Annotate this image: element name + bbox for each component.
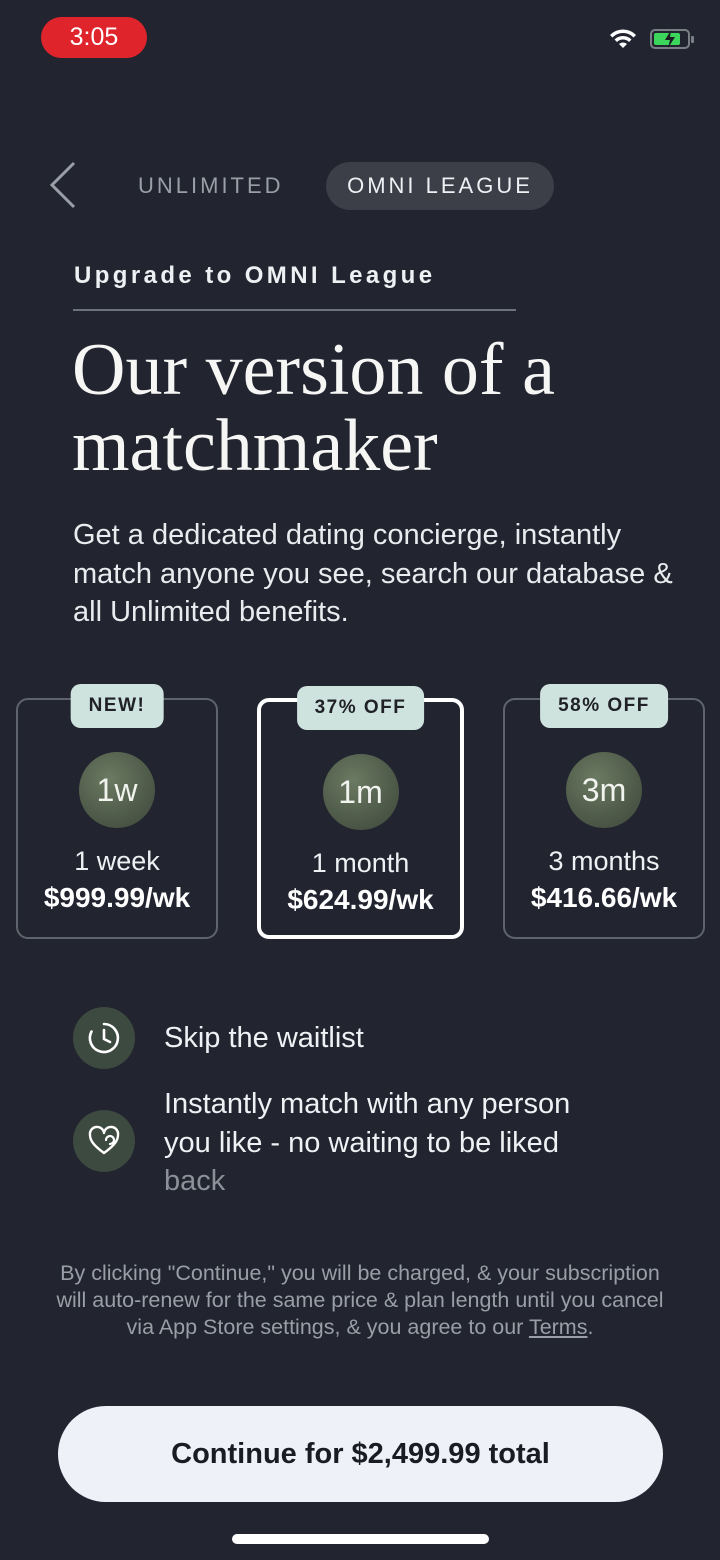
feature-line: you like - no waiting to be liked <box>164 1126 559 1159</box>
plan-card-3-months[interactable]: 58% OFF 3m 3 months $416.66/wk <box>503 684 705 939</box>
wifi-icon <box>610 29 636 48</box>
legal-disclaimer: By clicking "Continue," you will be char… <box>50 1260 670 1341</box>
tab-omni-league[interactable]: OMNI LEAGUE <box>326 162 554 210</box>
plan-badge: 58% OFF <box>540 684 668 728</box>
status-icons <box>608 28 694 50</box>
home-indicator <box>232 1534 489 1544</box>
back-chevron-icon[interactable] <box>48 160 78 210</box>
plan-card-1-month[interactable]: 37% OFF 1m 1 month $624.99/wk <box>257 686 464 939</box>
terms-link[interactable]: Terms <box>529 1315 588 1339</box>
feature-line: back <box>164 1165 226 1197</box>
status-time: 3:05 <box>41 17 147 58</box>
clock-icon <box>73 1007 135 1069</box>
plan-name: 1 month <box>311 848 410 878</box>
plan-card-1-week[interactable]: NEW! 1w 1 week $999.99/wk <box>16 684 218 939</box>
faded-feature-text <box>164 1216 564 1236</box>
headline-line-1: Our version of a <box>72 329 555 411</box>
legal-end: . <box>587 1315 594 1339</box>
plan-name: 3 months <box>548 846 660 876</box>
divider <box>73 309 516 311</box>
feature-line: Instantly match with any person <box>164 1088 571 1120</box>
plan-price: $416.66/wk <box>530 882 678 913</box>
plan-duration-circle: 1w <box>79 752 155 828</box>
feature-skip-waitlist: Skip the waitlist <box>164 1022 364 1054</box>
upgrade-kicker: Upgrade to OMNI League <box>74 262 436 289</box>
plan-duration-circle: 3m <box>566 752 642 828</box>
plan-badge: NEW! <box>70 684 164 728</box>
headline-line-2: matchmaker <box>72 405 438 487</box>
plan-price: $999.99/wk <box>43 882 191 913</box>
plan-badge: 37% OFF <box>296 686 425 730</box>
subtitle: Get a dedicated dating concierge, instan… <box>73 519 673 628</box>
plan-price: $624.99/wk <box>287 884 434 915</box>
heart-icon <box>73 1110 135 1172</box>
plan-name: 1 week <box>74 846 160 876</box>
plan-duration-circle: 1m <box>322 754 399 830</box>
continue-button[interactable]: Continue for $2,499.99 total <box>58 1406 663 1502</box>
page-title: Our version of a matchmaker <box>72 332 672 484</box>
tab-unlimited[interactable]: UNLIMITED <box>138 162 284 210</box>
battery-icon <box>650 29 694 49</box>
feature-instant-match: Instantly match with any person you like… <box>164 1085 634 1201</box>
